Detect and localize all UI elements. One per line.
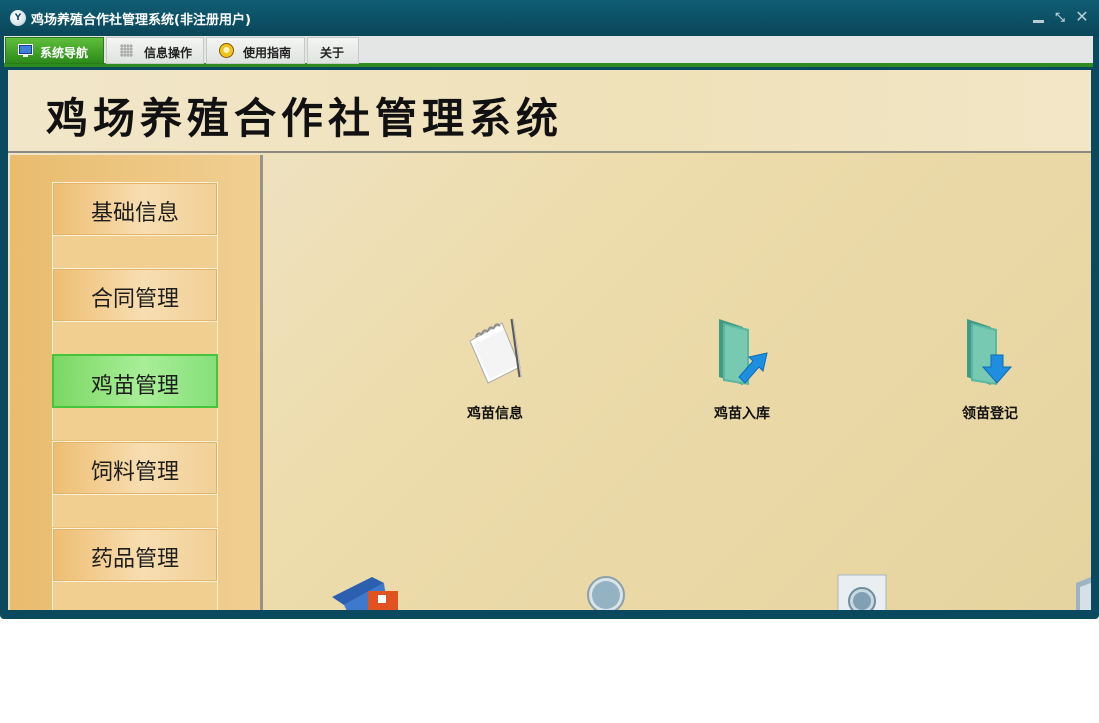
sidebar-item-label: 鸡苗管理 [90,374,179,399]
sidebar-separator [52,236,218,268]
tab-label: 关于 [320,46,345,60]
sidebar-item-label: 药品管理 [90,547,179,572]
book-icon[interactable] [328,573,408,610]
tab-about[interactable]: 关于 [307,37,359,64]
tile-label: 鸡苗入库 [714,406,770,422]
tile-label: 领苗登记 [962,406,1018,422]
folder-icon[interactable] [1072,573,1091,610]
tile-label: 鸡苗信息 [467,406,523,422]
sidebar-item-feed[interactable]: 饲料管理 [52,441,218,495]
sidebar-item-contract[interactable]: 合同管理 [52,268,218,322]
sidebar: 基础信息 合同管理 鸡苗管理 饲料管理 药品管理 [10,155,263,610]
tile-chick-claim-register[interactable]: 领苗登记 [935,315,1045,425]
search-document-icon[interactable] [834,573,888,610]
page-title: 鸡场养殖合作社管理系统 [46,94,564,143]
notepad-icon [469,318,522,384]
sidebar-separator [52,408,218,440]
tab-user-guide[interactable]: 使用指南 [206,37,305,64]
content-area: 鸡苗信息 鸡苗入库 领苗登记 [266,155,1091,610]
sidebar-item-label: 饲料管理 [90,460,179,485]
tab-label: 信息操作 [144,46,193,60]
tab-label: 使用指南 [243,46,292,60]
sidebar-item-medicine[interactable]: 药品管理 [52,528,218,582]
magnifier-icon[interactable] [584,573,628,610]
main-canvas: 鸡场养殖合作社管理系统 基础信息 合同管理 鸡苗管理 饲料管理 药品管理 鸡苗信… [8,70,1091,610]
grid-icon [120,44,133,57]
folder-arrow-in-icon [719,319,768,385]
tab-bar: 系统导航 信息操作 使用指南 关于 [4,36,1093,67]
monitor-icon [18,44,33,57]
sidebar-item-chick[interactable]: 鸡苗管理 [52,354,218,408]
sidebar-separator [52,322,218,354]
sidebar-item-basic-info[interactable]: 基础信息 [52,182,218,236]
sidebar-item-label: 基础信息 [90,201,179,226]
app-logo-icon: Y [10,10,26,26]
app-window: Y 鸡场养殖合作社管理系统(非注册用户) ⤡ ✕ 系统导航 信息操作 使用指南 … [0,0,1099,619]
sidebar-separator [52,495,218,527]
tile-chick-stock-in[interactable]: 鸡苗入库 [687,315,797,425]
window-title: 鸡场养殖合作社管理系统(非注册用户) [31,13,251,28]
lightbulb-icon [219,43,234,58]
restore-button[interactable]: ⤡ [1052,9,1068,25]
sidebar-item-label: 合同管理 [90,287,179,312]
close-button[interactable]: ✕ [1074,9,1090,25]
tab-system-navigation[interactable]: 系统导航 [5,37,104,64]
folder-download-icon [967,319,1013,385]
banner: 鸡场养殖合作社管理系统 [8,70,1091,153]
tile-chick-info[interactable]: 鸡苗信息 [440,315,550,425]
tab-label: 系统导航 [40,46,89,60]
sidebar-separator [52,582,218,610]
tab-info-operation[interactable]: 信息操作 [106,37,204,64]
title-bar: Y 鸡场养殖合作社管理系统(非注册用户) ⤡ ✕ [0,0,1099,36]
minimize-button[interactable] [1030,9,1046,25]
